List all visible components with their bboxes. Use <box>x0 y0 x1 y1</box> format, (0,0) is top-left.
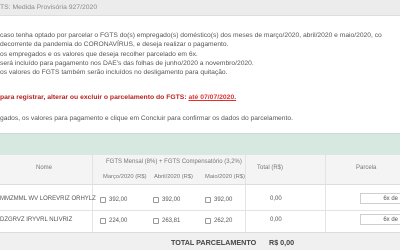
table-instruction: gados, os valores para pagamento e cliqu… <box>0 115 293 122</box>
april-value-checkbox[interactable]: 392,00 <box>153 195 180 204</box>
may-value: 262,20 <box>214 217 233 224</box>
notice-line: será incluído para pagamento nos DAE's d… <box>0 59 254 67</box>
notice-line: os valores do FGTS também serão incluído… <box>0 69 228 77</box>
checkbox-icon <box>100 196 106 203</box>
notice-line: caso tenha optado por parcelar o FGTS do… <box>0 32 382 39</box>
notice-line: decorrente da pandemia do CORONAVÍRUS, e… <box>0 41 229 49</box>
deadline-text: para registrar, alterar ou excluir o par… <box>0 94 187 101</box>
checkbox-icon <box>153 196 159 203</box>
checkbox-icon <box>205 196 211 203</box>
employee-name: DZGRVZ IRYVRL NLIVRIZ <box>0 217 73 223</box>
total-parcelamento-value: R$ 0,00 <box>269 238 295 247</box>
header-parcelamento: Parcela <box>356 165 377 171</box>
instructions-notice: caso tenha optado por parcelar o FGTS do… <box>0 31 382 77</box>
deadline-warning: para registrar, alterar ou excluir o par… <box>0 94 236 101</box>
header-marco: Março/2020 (R$) <box>103 174 147 180</box>
may-value-checkbox[interactable]: 262,20 <box>205 216 232 225</box>
march-value: 392,00 <box>109 196 128 203</box>
may-value-checkbox[interactable]: 392,00 <box>205 195 232 204</box>
checkbox-icon <box>205 217 211 224</box>
checkbox-icon <box>153 217 159 224</box>
april-value-checkbox[interactable]: 263,81 <box>153 216 180 225</box>
april-value: 263,81 <box>162 217 181 224</box>
header-nome: Nome <box>36 165 53 171</box>
row-total: 0,00 <box>270 196 282 202</box>
installments-select[interactable]: 6x de <box>360 193 400 204</box>
breadcrumb: TS: Medida Provisória 927/2020 <box>0 4 98 11</box>
april-value: 392,00 <box>162 196 181 203</box>
header-total: Total (R$) <box>257 165 284 171</box>
header-abril: Abril/2020 (R$) <box>154 174 193 180</box>
march-value-checkbox[interactable]: 224,00 <box>100 216 127 225</box>
checkbox-icon <box>100 217 106 224</box>
row-total: 0,00 <box>270 217 282 223</box>
employee-name: MMZMML WV LOREVRIZ ORHYLZ <box>0 196 96 202</box>
table-header-band <box>0 133 400 155</box>
table-footer: TOTAL PARCELAMENTO R$ 0,00 <box>0 232 400 250</box>
table-row: DZGRVZ IRYVRL NLIVRIZ 224,00 263,81 262,… <box>0 210 400 232</box>
parcelamento-table: Nome FGTS Mensal (8%) + FGTS Compensatór… <box>0 133 400 250</box>
header-maio: Maio/2020 (R$) <box>205 174 245 180</box>
table-row: MMZMML WV LOREVRIZ ORHYLZ 392,00 392,00 … <box>0 189 400 211</box>
march-value-checkbox[interactable]: 392,00 <box>100 195 127 204</box>
march-value: 224,00 <box>109 217 128 224</box>
installments-select[interactable]: 6x de <box>360 214 400 225</box>
notice-line: os empregados e os valores que deseja re… <box>0 50 198 58</box>
top-bar: TS: Medida Provisória 927/2020 <box>0 0 400 16</box>
header-fgts-group: FGTS Mensal (8%) + FGTS Compensatório (3… <box>106 159 242 165</box>
deadline-date: até 07/07/2020. <box>188 94 237 101</box>
may-value: 392,00 <box>214 196 233 203</box>
total-parcelamento-label: TOTAL PARCELAMENTO <box>171 238 257 247</box>
